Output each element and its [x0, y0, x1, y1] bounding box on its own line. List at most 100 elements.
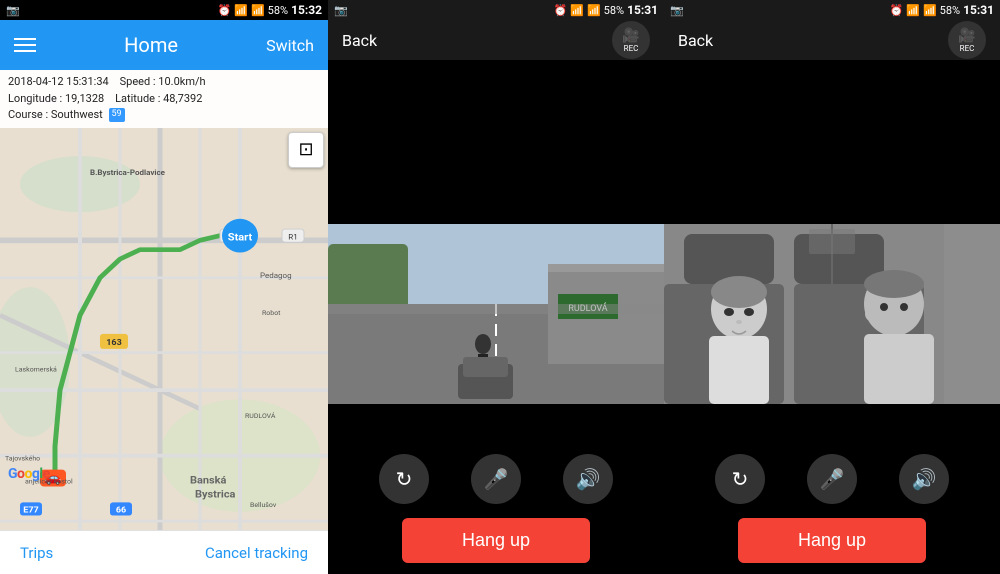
info-line1: 2018-04-12 15:31:34 Speed : 10.0km/h	[8, 74, 320, 91]
svg-text:Pedagog: Pedagog	[260, 271, 292, 280]
menu-button[interactable]	[14, 38, 36, 52]
video-feed-front: RUDLOVÁ	[328, 224, 664, 404]
road-scene-svg: RUDLOVÁ	[328, 224, 664, 404]
speaker-icon-front: 🔊	[576, 467, 601, 491]
mute-button-interior[interactable]: 🎤	[807, 454, 857, 504]
footer-bar: Trips Cancel tracking	[0, 530, 328, 574]
hangup-row-interior: Hang up	[664, 514, 1000, 574]
back-button-interior[interactable]: Back	[678, 31, 713, 50]
info-line3: Course : Southwest 59	[8, 107, 320, 124]
layer-icon: ⊡	[298, 139, 313, 160]
svg-text:RUDLOVÁ: RUDLOVÁ	[245, 411, 276, 420]
status-camera-icon: 📷	[6, 4, 20, 17]
mute-icon-interior: 🎤	[820, 467, 845, 491]
record-icon-front: 🎥	[622, 28, 639, 44]
rec-button-front[interactable]: 🎥 REC	[612, 21, 650, 59]
rec-label-front: REC	[624, 44, 639, 53]
status-camera-icon3: 📷	[670, 4, 684, 17]
road-scene: RUDLOVÁ	[328, 224, 664, 404]
interior-scene-svg	[664, 224, 1000, 404]
svg-text:Bystrica: Bystrica	[195, 488, 236, 501]
svg-text:163: 163	[106, 338, 121, 348]
video-bottom-black-front	[328, 404, 664, 444]
video-panel-front: 📷 ⏰ 📶 📶 58% 15:31 Back 🎥 REC	[328, 0, 664, 574]
status-icons2: ⏰ 📶 📶 58% 15:31	[554, 3, 658, 17]
svg-text:E77: E77	[23, 505, 38, 515]
info-bar: 2018-04-12 15:31:34 Speed : 10.0km/h Lon…	[0, 70, 328, 128]
video-top-black-front	[328, 60, 664, 224]
interior-scene	[664, 224, 1000, 404]
speed-text: Speed : 10.0km/h	[120, 75, 206, 88]
time2: 15:31	[627, 3, 658, 17]
status-bar-map: 📷 ⏰ 📶 📶 58% 15:32	[0, 0, 328, 20]
alarm-icon2: ⏰	[554, 4, 568, 17]
controls-row-front: ↻ 🎤 🔊	[328, 444, 664, 514]
status-bar-video1: 📷 ⏰ 📶 📶 58% 15:31	[328, 0, 664, 20]
trips-button[interactable]: Trips	[20, 544, 53, 562]
record-icon-interior: 🎥	[958, 28, 975, 44]
video-feed-interior	[664, 224, 1000, 404]
hangup-button-front[interactable]: Hang up	[402, 518, 590, 563]
svg-text:Tajovského: Tajovského	[5, 454, 40, 462]
svg-text:Laskomerská: Laskomerská	[15, 365, 57, 373]
speaker-icon-interior: 🔊	[912, 467, 937, 491]
signal-icon: 📶	[251, 4, 265, 17]
video-top-black-interior	[664, 60, 1000, 224]
datetime-text: 2018-04-12 15:31:34	[8, 75, 109, 88]
video-panel-interior: 📷 ⏰ 📶 📶 58% 15:31 Back 🎥 REC	[664, 0, 1000, 574]
hangup-row-front: Hang up	[328, 514, 664, 574]
wifi-icon2: 📶	[570, 4, 584, 17]
svg-text:66: 66	[116, 505, 126, 515]
longitude-text: Longitude : 19,1328	[8, 92, 104, 105]
battery-text: 58%	[268, 4, 288, 17]
map-layer-button[interactable]: ⊡	[288, 132, 324, 168]
status-icons3: ⏰ 📶 📶 58% 15:31	[890, 3, 994, 17]
signal-icon2: 📶	[587, 4, 601, 17]
rotate-icon-interior: ↻	[732, 467, 749, 491]
status-icons: ⏰ 📶 📶 58% 15:32	[218, 3, 322, 17]
rotate-button-front[interactable]: ↻	[379, 454, 429, 504]
course-text: Course : Southwest	[8, 108, 103, 121]
header-bar: Home Switch	[0, 20, 328, 70]
wifi-icon: 📶	[234, 4, 248, 17]
cancel-tracking-button[interactable]: Cancel tracking	[205, 544, 308, 562]
rec-button-interior[interactable]: 🎥 REC	[948, 21, 986, 59]
latitude-text: Latitude : 48,7392	[115, 92, 202, 105]
svg-text:R1: R1	[288, 232, 297, 241]
time3: 15:31	[963, 3, 994, 17]
svg-text:Bellušov: Bellušov	[250, 501, 277, 509]
time-display: 15:32	[291, 3, 322, 17]
video-bottom-black-interior	[664, 404, 1000, 444]
speaker-button-interior[interactable]: 🔊	[899, 454, 949, 504]
wifi-icon3: 📶	[906, 4, 920, 17]
signal-icon3: 📶	[923, 4, 937, 17]
rec-label-interior: REC	[960, 44, 975, 53]
rotate-icon-front: ↻	[396, 467, 413, 491]
video-header-interior: Back 🎥 REC	[664, 20, 1000, 60]
svg-text:Robot: Robot	[262, 309, 280, 317]
google-logo: Google	[8, 466, 50, 482]
alarm-icon3: ⏰	[890, 4, 904, 17]
svg-text:Banská: Banská	[190, 474, 227, 487]
map-area[interactable]: 163 E77 66 2432 R1 Start 🚗 B.Bystrica-Po…	[0, 128, 328, 531]
controls-row-interior: ↻ 🎤 🔊	[664, 444, 1000, 514]
back-button-front[interactable]: Back	[342, 31, 377, 50]
header-title: Home	[124, 33, 178, 57]
status-bar-video2: 📷 ⏰ 📶 📶 58% 15:31	[664, 0, 1000, 20]
svg-text:Start: Start	[228, 230, 253, 243]
video-header-front: Back 🎥 REC	[328, 20, 664, 60]
svg-text:B.Bystrica-Podlavice: B.Bystrica-Podlavice	[90, 168, 165, 177]
hangup-button-interior[interactable]: Hang up	[738, 518, 926, 563]
battery3: 58%	[940, 4, 960, 17]
course-badge: 59	[109, 108, 125, 122]
battery2: 58%	[604, 4, 624, 17]
mute-button-front[interactable]: 🎤	[471, 454, 521, 504]
status-camera-icon2: 📷	[334, 4, 348, 17]
map-panel: 📷 ⏰ 📶 📶 58% 15:32 Home Switch 2018-04-12…	[0, 0, 328, 574]
speaker-button-front[interactable]: 🔊	[563, 454, 613, 504]
rotate-button-interior[interactable]: ↻	[715, 454, 765, 504]
alarm-icon: ⏰	[218, 4, 232, 17]
switch-button[interactable]: Switch	[266, 36, 314, 55]
mute-icon-front: 🎤	[484, 467, 509, 491]
info-line2: Longitude : 19,1328 Latitude : 48,7392	[8, 91, 320, 108]
